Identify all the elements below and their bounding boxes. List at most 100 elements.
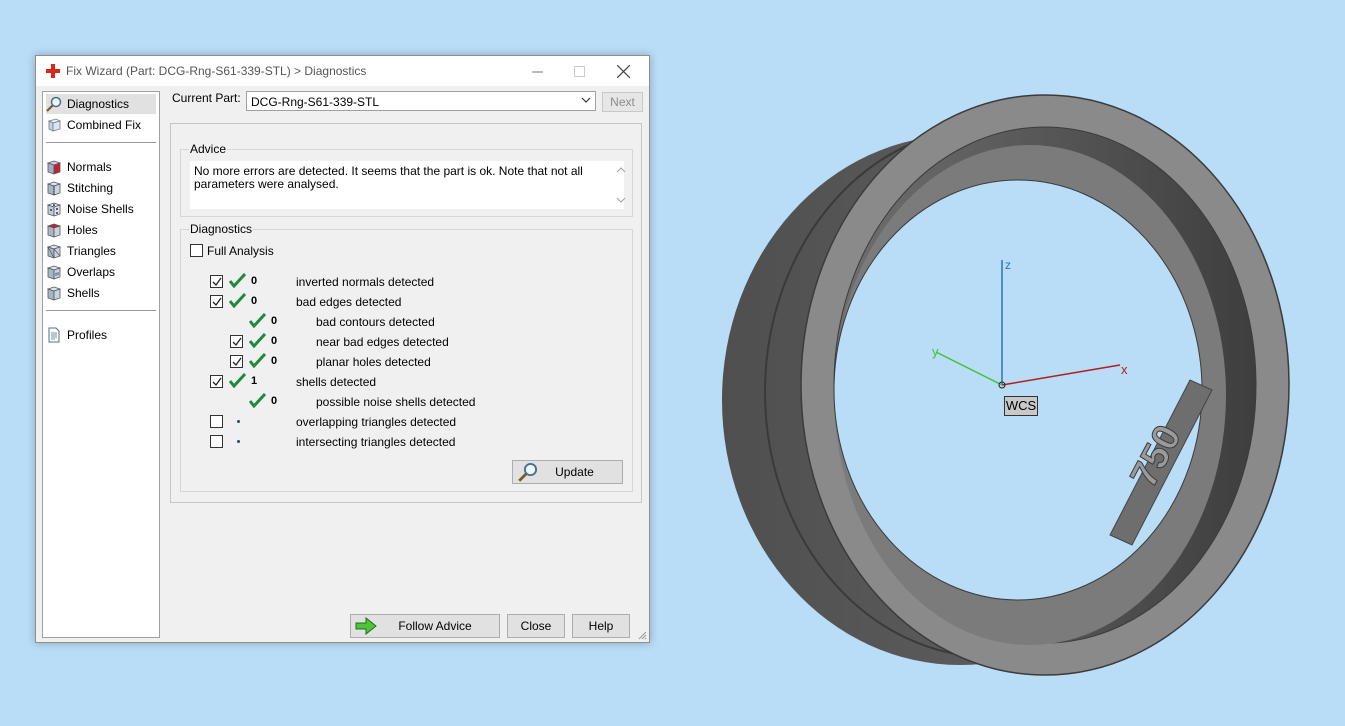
diagnostic-label: shells detected	[296, 375, 377, 389]
fix-wizard-window: Fix Wizard (Part: DCG-Rng-S61-339-STL) >…	[35, 55, 650, 643]
sidebar-item-noise-shells[interactable]: Noise Shells	[46, 199, 156, 219]
magnifier-icon	[46, 96, 62, 112]
update-button-label: Update	[555, 465, 594, 479]
sidebar-divider	[46, 310, 156, 311]
part-3d-view[interactable]: 750 z x y	[700, 80, 1320, 700]
cube-icon	[47, 118, 62, 132]
pending-dot-icon	[237, 420, 240, 423]
diagnostic-checkbox[interactable]	[210, 275, 223, 288]
diagnostic-checkbox[interactable]	[210, 415, 223, 428]
minimize-icon	[531, 71, 543, 72]
sidebar-item-profiles[interactable]: Profiles	[46, 325, 156, 345]
help-button[interactable]: Help	[572, 614, 630, 638]
ok-check-icon	[249, 353, 266, 368]
update-button[interactable]: Update	[512, 460, 623, 484]
document-icon	[48, 327, 60, 343]
cube-stitch-icon	[46, 181, 62, 196]
diagnostic-label: planar holes detected	[316, 355, 431, 369]
wcs-label: WCS	[1004, 396, 1038, 416]
current-part-select[interactable]: DCG-Rng-S61-339-STL	[246, 91, 596, 111]
sidebar-item-label: Noise Shells	[67, 202, 134, 216]
checkmark-icon	[232, 337, 242, 347]
resize-grip-icon[interactable]	[637, 630, 647, 640]
cube-red-face-icon	[46, 160, 62, 175]
checkmark-icon	[232, 357, 242, 367]
diagnostic-checkbox[interactable]	[210, 295, 223, 308]
sidebar-item-diagnostics[interactable]: Diagnostics	[46, 94, 156, 114]
minimize-button[interactable]	[517, 56, 557, 86]
sidebar-item-shells[interactable]: Shells	[46, 283, 156, 303]
diagnostic-label: bad contours detected	[316, 315, 435, 329]
sidebar-item-label: Diagnostics	[67, 97, 130, 111]
ok-check-icon	[249, 333, 266, 348]
pending-dot-icon	[237, 440, 240, 443]
sidebar-item-stitching[interactable]: Stitching	[46, 178, 156, 198]
sidebar-item-label: Profiles	[67, 328, 108, 342]
chevron-down-icon	[581, 97, 591, 103]
diagnostic-checkbox[interactable]	[230, 355, 243, 368]
sidebar-item-combined-fix[interactable]: Combined Fix	[46, 115, 156, 135]
ok-check-icon	[249, 313, 266, 328]
diagnostic-label: bad edges detected	[296, 295, 402, 309]
diagnostic-checkbox[interactable]	[210, 435, 223, 448]
checkmark-icon	[212, 297, 222, 307]
current-part-value: DCG-Rng-S61-339-STL	[251, 95, 380, 109]
diagnostics-group-title: Diagnostics	[189, 222, 254, 236]
x-axis-label: x	[1121, 362, 1128, 377]
checkmark-icon	[212, 277, 222, 287]
sidebar-item-label: Stitching	[67, 181, 114, 195]
magnifier-icon	[518, 462, 538, 482]
sidebar-item-normals[interactable]: Normals	[46, 157, 156, 177]
follow-advice-label: Follow Advice	[398, 619, 472, 633]
advice-scrollbar[interactable]	[613, 161, 629, 209]
diagnostic-checkbox[interactable]	[230, 335, 243, 348]
maximize-button[interactable]	[559, 56, 599, 86]
ok-check-icon	[229, 373, 246, 388]
next-button[interactable]: Next	[602, 92, 643, 112]
diagnostic-count: 0	[251, 275, 258, 287]
full-analysis-label: Full Analysis	[207, 244, 274, 258]
sidebar-item-label: Holes	[67, 223, 98, 237]
follow-advice-button[interactable]: Follow Advice	[350, 614, 500, 638]
diagnostic-count: 0	[271, 355, 278, 367]
ok-check-icon	[229, 273, 246, 288]
sidebar-item-label: Normals	[67, 160, 112, 174]
sidebar-item-holes[interactable]: Holes	[46, 220, 156, 240]
diagnostic-count: 1	[251, 375, 258, 387]
y-axis-label: y	[932, 344, 939, 359]
full-analysis-checkbox[interactable]	[190, 244, 203, 257]
z-axis-label: z	[1005, 258, 1011, 272]
sidebar-item-triangles[interactable]: Triangles	[46, 241, 156, 261]
sidebar-item-label: Shells	[67, 286, 100, 300]
close-button[interactable]: Close	[507, 614, 565, 638]
ok-check-icon	[229, 293, 246, 308]
diagnostic-label: intersecting triangles detected	[296, 435, 456, 449]
title-bar[interactable]: Fix Wizard (Part: DCG-Rng-S61-339-STL) >…	[36, 56, 649, 86]
advice-group: Advice No more errors are detected. It s…	[180, 142, 633, 217]
diagnostic-label: inverted normals detected	[296, 275, 435, 289]
maximize-icon	[573, 65, 585, 77]
sidebar-item-overlaps[interactable]: Overlaps	[46, 262, 156, 282]
ok-check-icon	[249, 393, 266, 408]
advice-text: No more errors are detected. It seems th…	[190, 161, 624, 209]
wizard-sidebar: Diagnostics Combined Fix Normals Stitchi…	[42, 91, 160, 638]
diagnostic-label: near bad edges detected	[316, 335, 449, 349]
arrow-right-icon	[355, 617, 377, 635]
cube-triangles-icon	[46, 244, 62, 259]
diagnostics-panel: Advice No more errors are detected. It s…	[170, 123, 642, 503]
diagnostic-label: possible noise shells detected	[316, 395, 476, 409]
close-window-button[interactable]	[603, 56, 643, 86]
diagnostic-count: 0	[271, 395, 278, 407]
diagnostics-group: Diagnostics Full Analysis 0 inverted norm…	[180, 222, 633, 492]
ring-opening	[833, 179, 1203, 601]
diagnostic-checkbox[interactable]	[210, 375, 223, 388]
sidebar-item-label: Overlaps	[67, 265, 116, 279]
cube-hole-icon	[46, 223, 62, 238]
sidebar-divider	[46, 142, 156, 143]
advice-group-title: Advice	[189, 142, 228, 156]
help-button-label: Help	[588, 619, 614, 633]
checkmark-icon	[212, 377, 222, 387]
window-title: Fix Wizard (Part: DCG-Rng-S61-339-STL) >…	[66, 64, 367, 78]
medical-cross-icon	[46, 64, 60, 78]
sidebar-item-label: Triangles	[67, 244, 116, 258]
